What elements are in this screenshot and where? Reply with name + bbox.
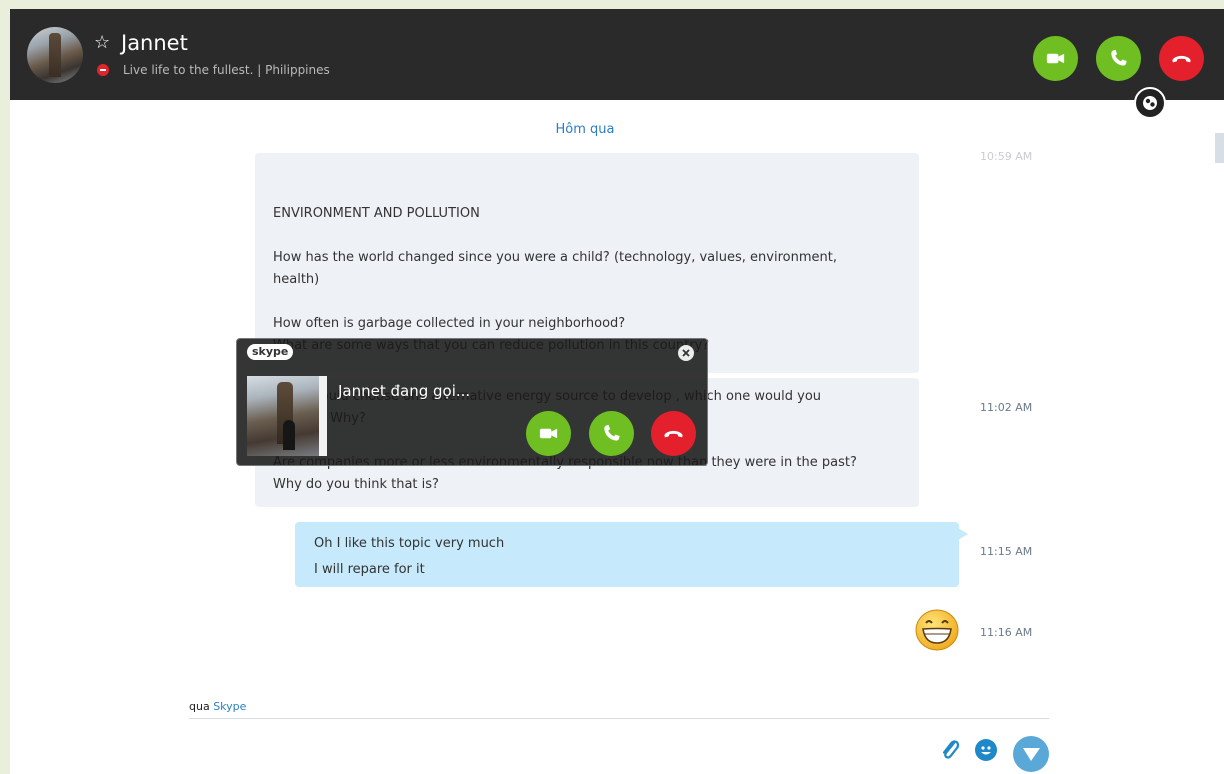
compose-area-divider xyxy=(189,718,1049,719)
answer-audio-button[interactable] xyxy=(589,411,634,456)
phone-icon xyxy=(604,424,620,441)
message-line: health) xyxy=(273,272,320,287)
close-icon[interactable] xyxy=(678,345,694,361)
contact-mood: Live life to the fullest. | Philippines xyxy=(123,63,330,77)
do-not-disturb-icon xyxy=(97,64,109,76)
answer-video-button[interactable] xyxy=(526,411,571,456)
send-icon[interactable] xyxy=(1013,736,1049,772)
incoming-call-text: Jannet đang gọi... xyxy=(338,382,471,400)
skype-link[interactable]: Skype xyxy=(213,700,246,713)
audio-call-button[interactable] xyxy=(1096,36,1141,81)
message-time: 11:02 AM xyxy=(980,401,1033,414)
message-line: How has the world changed since you were… xyxy=(273,250,837,265)
message-line: How often is garbage collected in your n… xyxy=(273,316,626,331)
star-outline-icon[interactable]: ☆ xyxy=(94,34,110,52)
message-line: Oh I like this topic very much xyxy=(314,536,505,551)
outer-background xyxy=(0,0,1224,9)
end-call-button[interactable] xyxy=(1159,36,1204,81)
outgoing-message[interactable]: Oh I like this topic very much I will re… xyxy=(295,522,968,587)
incoming-call-notification: skype Jannet đang gọi... xyxy=(236,338,708,466)
caller-avatar xyxy=(247,376,327,456)
message-line: Why do you think that is? xyxy=(273,477,439,492)
video-camera-icon xyxy=(1046,53,1065,64)
contact-name[interactable]: Jannet xyxy=(121,31,188,55)
smiley-icon[interactable] xyxy=(975,739,997,761)
phone-icon xyxy=(1111,49,1127,66)
contact-avatar[interactable] xyxy=(27,27,83,83)
video-call-button[interactable] xyxy=(1033,36,1078,81)
date-separator: Hôm qua xyxy=(555,122,615,137)
video-camera-icon xyxy=(539,428,558,439)
conversation-header: ☆ Jannet Live life to the fullest. | Phi… xyxy=(10,9,1224,100)
message-time: 10:59 AM xyxy=(980,150,1033,163)
via-skype-label: qua Skype xyxy=(189,700,247,713)
message-line: ENVIRONMENT AND POLLUTION xyxy=(273,206,480,221)
hang-up-icon xyxy=(664,430,683,438)
message-time: 11:15 AM xyxy=(980,545,1033,558)
message-time: 11:16 AM xyxy=(980,626,1033,639)
paperclip-icon[interactable] xyxy=(938,737,962,763)
decline-call-button[interactable] xyxy=(651,411,696,456)
skype-logo: skype xyxy=(247,344,294,360)
big-grin-emoji[interactable] xyxy=(915,609,959,651)
hang-up-icon xyxy=(1172,55,1191,63)
message-line: I will repare for it xyxy=(314,562,425,577)
